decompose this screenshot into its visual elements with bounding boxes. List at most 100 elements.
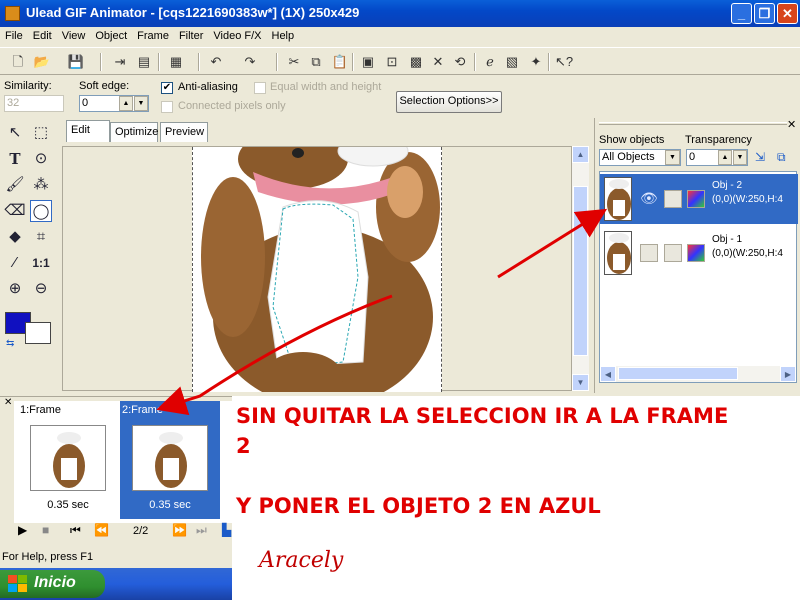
scroll-thumb[interactable] <box>573 186 588 356</box>
marquee-tool-icon[interactable]: ⬚ <box>30 122 52 144</box>
selection-options-button[interactable]: Selection Options>> <box>396 91 502 113</box>
title-bar: Ulead GIF Animator - [cqs1221690383w*] (… <box>0 0 800 27</box>
crop-tool-icon[interactable]: ⌗ <box>30 226 52 248</box>
toolbar-separator <box>548 53 550 71</box>
object-row-2[interactable]: 👁 Obj - 2 (0,0)(W:250,H:4 <box>600 174 798 224</box>
eyedropper-tool-icon[interactable]: ⁄ <box>4 252 26 274</box>
lock-toggle[interactable] <box>664 190 682 208</box>
lock-toggle[interactable] <box>664 244 682 262</box>
actual-size-tool[interactable]: 1:1 <box>30 252 52 274</box>
spin-down-icon[interactable]: ▼ <box>733 150 747 165</box>
save-icon[interactable]: 💾 <box>66 52 86 72</box>
toolbar-separator <box>100 53 102 71</box>
connected-pixels-checkbox[interactable] <box>161 101 173 113</box>
first-frame-icon[interactable]: ⏮ <box>70 523 81 538</box>
frame-label: 1:Frame <box>20 404 61 416</box>
crop-icon[interactable]: ⊡ <box>382 52 402 72</box>
menu-help[interactable]: Help <box>267 27 300 42</box>
wizard-icon[interactable]: ✦ <box>526 52 546 72</box>
new-object-icon[interactable]: ⇲ <box>755 150 765 164</box>
previous-frame-icon[interactable]: ⏪ <box>94 523 109 537</box>
add-image-icon[interactable]: ⇥ <box>110 52 130 72</box>
frame-panel-close-icon[interactable]: ✕ <box>4 397 12 408</box>
spin-up-icon[interactable]: ▲ <box>119 96 133 111</box>
help-pointer-icon[interactable]: ↖? <box>554 52 574 72</box>
text-tool-icon[interactable]: T <box>4 148 26 170</box>
object-name: Obj - 1 <box>712 234 743 245</box>
play-icon[interactable]: ▶ <box>18 523 27 537</box>
minimize-button[interactable]: _ <box>731 3 752 24</box>
spin-down-icon[interactable]: ▼ <box>134 96 148 111</box>
cut-icon[interactable]: ✂ <box>284 52 304 72</box>
objects-horizontal-scrollbar[interactable]: ◀ ▶ <box>600 366 796 382</box>
menu-video-fx[interactable]: Video F/X <box>208 27 266 42</box>
add-frame-icon[interactable]: ▙ <box>222 523 231 537</box>
paste-icon[interactable]: 📋 <box>330 52 350 72</box>
open-icon[interactable]: 📂 <box>32 52 52 72</box>
frame-1[interactable]: 1:Frame 0.35 sec <box>18 401 118 519</box>
browser-preview-icon[interactable]: ℯ <box>480 52 500 72</box>
last-frame-icon[interactable]: ⏭ <box>196 523 207 538</box>
redo-icon[interactable]: ↷ <box>240 52 260 72</box>
anti-aliasing-checkbox[interactable]: ✔ <box>161 82 173 94</box>
chevron-down-icon[interactable]: ▼ <box>665 150 680 165</box>
new-icon[interactable]: 🗋 <box>8 52 28 72</box>
visibility-eye-icon[interactable]: 👁 <box>640 190 658 207</box>
scroll-right-icon[interactable]: ▶ <box>780 366 796 382</box>
menu-file[interactable]: File <box>0 27 28 42</box>
status-bar: For Help, press F1 <box>0 548 232 568</box>
canvas-vertical-scrollbar[interactable]: ▲ ▼ <box>572 146 589 391</box>
fill-tool-icon[interactable]: ◆ <box>4 226 26 248</box>
canvas-workspace[interactable] <box>62 146 572 392</box>
frame-canvas[interactable] <box>192 147 442 392</box>
magic-wand-tool-icon[interactable]: ⁂ <box>30 174 52 196</box>
resize-icon[interactable]: ▩ <box>406 52 426 72</box>
visibility-toggle[interactable] <box>640 244 658 262</box>
attributes-icon[interactable]: ▦ <box>166 52 186 72</box>
transform-tool-icon[interactable]: ⊙ <box>30 148 52 170</box>
object-color-icon <box>687 190 705 208</box>
scroll-up-icon[interactable]: ▲ <box>572 146 589 163</box>
zoom-in-icon[interactable]: ⊕ <box>4 278 26 300</box>
object-color-icon <box>687 244 705 262</box>
scroll-thumb[interactable] <box>618 367 738 380</box>
menu-object[interactable]: Object <box>90 27 132 42</box>
undo-icon[interactable]: ↶ <box>206 52 226 72</box>
spin-up-icon[interactable]: ▲ <box>718 150 732 165</box>
tab-preview[interactable]: Preview <box>160 122 208 142</box>
brush-tool-icon[interactable]: 🖌 <box>4 174 26 196</box>
menu-frame[interactable]: Frame <box>132 27 174 42</box>
lasso-tool-icon[interactable]: ◯ <box>30 200 52 222</box>
optimize-icon[interactable]: ▧ <box>502 52 522 72</box>
eraser-tool-icon[interactable]: ⌫ <box>4 200 26 222</box>
tab-optimize[interactable]: Optimize <box>110 122 158 142</box>
menu-view[interactable]: View <box>57 27 91 42</box>
pointer-tool-icon[interactable]: ↖ <box>4 122 26 144</box>
panel-close-icon[interactable]: ✕ <box>787 118 796 131</box>
transform-icon[interactable]: ⟲ <box>450 52 470 72</box>
object-row-1[interactable]: Obj - 1 (0,0)(W:250,H:4 <box>600 228 798 278</box>
similarity-input[interactable]: 32 <box>4 95 64 112</box>
zoom-out-icon[interactable]: ⊖ <box>30 278 52 300</box>
swap-colors-icon[interactable]: ⇆ <box>6 338 14 349</box>
anti-aliasing-label: Anti-aliasing <box>178 81 238 93</box>
equal-wh-checkbox[interactable] <box>254 82 266 94</box>
duplicate-object-icon[interactable]: ⧉ <box>777 150 786 165</box>
menu-filter[interactable]: Filter <box>174 27 208 42</box>
stop-icon[interactable]: ■ <box>42 523 49 537</box>
scroll-down-icon[interactable]: ▼ <box>572 374 589 391</box>
tab-edit[interactable]: Edit <box>66 120 110 142</box>
next-frame-icon[interactable]: ⏩ <box>172 523 187 537</box>
scroll-left-icon[interactable]: ◀ <box>600 366 616 382</box>
restore-button[interactable]: ❐ <box>754 3 775 24</box>
toolbar-separator <box>474 53 476 71</box>
frame-properties-icon[interactable]: ▣ <box>358 52 378 72</box>
menu-edit[interactable]: Edit <box>28 27 57 42</box>
close-button[interactable]: ✕ <box>777 3 798 24</box>
copy-icon[interactable]: ⧉ <box>306 52 326 72</box>
fit-icon[interactable]: ✕ <box>428 52 448 72</box>
start-button[interactable]: Inicio <box>0 570 105 598</box>
frame-2[interactable]: 2:Frame 0.35 sec <box>120 401 220 519</box>
background-color-swatch[interactable] <box>25 322 51 344</box>
add-video-icon[interactable]: ▤ <box>134 52 154 72</box>
